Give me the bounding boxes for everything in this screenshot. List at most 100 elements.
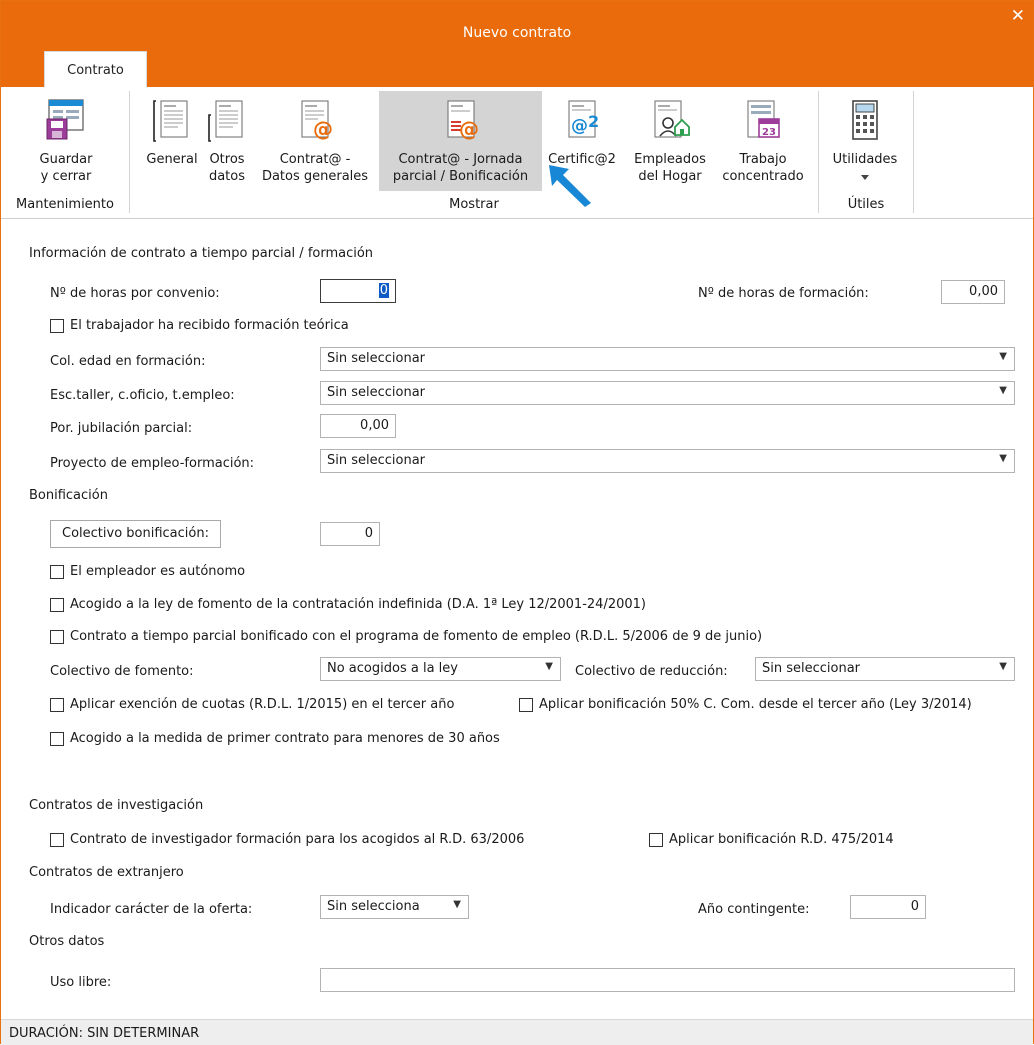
close-icon[interactable]: ✕ bbox=[1011, 6, 1025, 26]
section-tiempo-parcial: Información de contrato a tiempo parcial… bbox=[29, 246, 374, 261]
autonomo-label: El empleador es autónomo bbox=[70, 564, 246, 579]
jubilacion-input[interactable]: 0,00 bbox=[320, 414, 396, 438]
empleados-hogar-label: Empleados del Hogar bbox=[634, 152, 706, 184]
duracion-status: DURACIÓN: SIN DETERMINAR bbox=[9, 1026, 200, 1041]
col-edad-select[interactable]: Sin seleccionar ▼ bbox=[320, 347, 1015, 371]
contrat-jornada-parcial-button[interactable]: @ Contrat@ - Jornada parcial / Bonificac… bbox=[379, 91, 542, 191]
ribbon-separator bbox=[818, 91, 819, 213]
horas-formacion-label: Nº de horas de formación: bbox=[698, 286, 869, 301]
save-form-icon bbox=[46, 99, 84, 140]
chevron-down-icon bbox=[861, 175, 869, 180]
chevron-down-icon: ▼ bbox=[999, 453, 1007, 464]
empleados-hogar-button[interactable]: Empleados del Hogar bbox=[624, 91, 716, 191]
indicador-select[interactable]: Sin selecciona ▼ bbox=[320, 895, 469, 919]
bonif475-label: Aplicar bonificación R.D. 475/2014 bbox=[669, 832, 894, 847]
proyecto-select[interactable]: Sin seleccionar ▼ bbox=[320, 449, 1015, 473]
certifica-icon: @ 2 bbox=[568, 100, 599, 138]
chevron-down-icon: ▼ bbox=[545, 661, 553, 672]
bonif475-checkbox[interactable] bbox=[649, 833, 663, 847]
ribbon-separator bbox=[913, 91, 914, 213]
trabajo-concentrado-button[interactable]: 23 Trabajo concentrado bbox=[714, 91, 812, 191]
ribbon-separator bbox=[129, 91, 130, 213]
section-extranjero: Contratos de extranjero bbox=[29, 865, 184, 880]
document-general-icon bbox=[153, 100, 188, 142]
formacion-teorica-checkbox[interactable] bbox=[50, 319, 64, 333]
investigador-checkbox[interactable] bbox=[50, 833, 64, 847]
status-bar: DURACIÓN: SIN DETERMINAR bbox=[1, 1019, 1033, 1045]
exencion-label: Aplicar exención de cuotas (R.D.L. 1/201… bbox=[70, 697, 455, 712]
trabajo-concentrado-label: Trabajo concentrado bbox=[722, 152, 804, 184]
title-bar: Nuevo contrato ✕ Contrato bbox=[1, 1, 1033, 87]
horas-convenio-value: 0 bbox=[378, 283, 389, 298]
formacion-teorica-label: El trabajador ha recibido formación teór… bbox=[70, 318, 349, 333]
ribbon: Guardar y cerrar Mantenimiento General O… bbox=[1, 87, 1033, 219]
contrat-parcial-icon: @ bbox=[446, 100, 479, 141]
esc-taller-label: Esc.taller, c.oficio, t.empleo: bbox=[50, 388, 235, 403]
esc-taller-value: Sin seleccionar bbox=[327, 385, 426, 400]
col-reduccion-label: Colectivo de reducción: bbox=[575, 664, 728, 679]
otros-datos-label: Otros datos bbox=[208, 152, 246, 184]
svg-text:@: @ bbox=[459, 117, 479, 141]
contrat-datos-generales-label: Contrat@ - Datos generales bbox=[261, 152, 369, 184]
col-fomento-select[interactable]: No acogidos a la ley ▼ bbox=[320, 657, 561, 681]
proyecto-value: Sin seleccionar bbox=[327, 453, 426, 468]
col-reduccion-select[interactable]: Sin seleccionar ▼ bbox=[755, 657, 1015, 681]
horas-formacion-input[interactable]: 0,00 bbox=[941, 280, 1005, 304]
uso-libre-label: Uso libre: bbox=[50, 975, 112, 990]
indicador-label: Indicador carácter de la oferta: bbox=[50, 902, 253, 917]
svg-text:23: 23 bbox=[762, 127, 776, 138]
colectivo-bonificacion-input[interactable]: 0 bbox=[320, 522, 380, 546]
primer-contrato-label: Acogido a la medida de primer contrato p… bbox=[70, 731, 500, 746]
chevron-down-icon: ▼ bbox=[999, 351, 1007, 362]
svg-text:@: @ bbox=[571, 116, 588, 136]
window-title: Nuevo contrato bbox=[462, 25, 572, 41]
group-mantenimiento: Mantenimiento bbox=[16, 197, 114, 212]
group-mostrar: Mostrar bbox=[449, 197, 499, 212]
chevron-down-icon: ▼ bbox=[999, 661, 1007, 672]
primer-contrato-checkbox[interactable] bbox=[50, 732, 64, 746]
ley-fomento-checkbox[interactable] bbox=[50, 598, 64, 612]
section-bonificacion: Bonificación bbox=[29, 488, 108, 503]
col-edad-value: Sin seleccionar bbox=[327, 351, 426, 366]
general-label: General bbox=[146, 152, 198, 167]
save-close-button[interactable]: Guardar y cerrar bbox=[23, 91, 109, 191]
bonif50-checkbox[interactable] bbox=[519, 698, 533, 712]
empleados-hogar-icon bbox=[654, 100, 690, 138]
contrat-datos-generales-button[interactable]: @ Contrat@ - Datos generales bbox=[253, 91, 377, 191]
document-otros-icon bbox=[208, 100, 243, 142]
esc-taller-select[interactable]: Sin seleccionar ▼ bbox=[320, 381, 1015, 405]
chevron-down-icon: ▼ bbox=[999, 385, 1007, 396]
tab-contrato[interactable]: Contrato bbox=[44, 51, 147, 87]
uso-libre-input[interactable] bbox=[320, 968, 1015, 992]
parcial-bonificado-checkbox[interactable] bbox=[50, 630, 64, 644]
parcial-bonificado-label: Contrato a tiempo parcial bonificado con… bbox=[70, 629, 763, 644]
calculator-icon bbox=[852, 100, 878, 140]
section-otros-datos: Otros datos bbox=[29, 934, 105, 949]
section-investigacion: Contratos de investigación bbox=[29, 798, 204, 813]
investigador-label: Contrato de investigador formación para … bbox=[70, 832, 525, 847]
contract-window: Nuevo contrato ✕ Contrato Guardar y cerr… bbox=[0, 0, 1034, 1045]
horas-convenio-input[interactable]: 0 bbox=[320, 279, 396, 303]
cursor-arrow-icon bbox=[549, 165, 591, 207]
utilidades-button[interactable]: Utilidades bbox=[823, 91, 907, 191]
anio-contingente-input[interactable]: 0 bbox=[850, 895, 926, 919]
otros-datos-button[interactable]: Otros datos bbox=[203, 91, 251, 191]
exencion-checkbox[interactable] bbox=[50, 698, 64, 712]
utilidades-label: Utilidades bbox=[832, 152, 898, 167]
col-reduccion-value: Sin seleccionar bbox=[762, 661, 861, 676]
anio-contingente-label: Año contingente: bbox=[698, 902, 810, 917]
autonomo-checkbox[interactable] bbox=[50, 565, 64, 579]
col-fomento-value: No acogidos a la ley bbox=[327, 661, 458, 676]
col-fomento-label: Colectivo de fomento: bbox=[50, 664, 194, 679]
save-close-label: Guardar y cerrar bbox=[39, 152, 93, 184]
col-edad-label: Col. edad en formación: bbox=[50, 354, 206, 369]
general-button[interactable]: General bbox=[141, 91, 203, 191]
bonif50-label: Aplicar bonificación 50% C. Com. desde e… bbox=[539, 697, 972, 712]
colectivo-bonificacion-button[interactable]: Colectivo bonificación: bbox=[50, 520, 221, 548]
ley-fomento-label: Acogido a la ley de fomento de la contra… bbox=[70, 597, 646, 612]
calendar-icon: 23 bbox=[747, 100, 780, 138]
chevron-down-icon: ▼ bbox=[453, 899, 461, 910]
svg-text:2: 2 bbox=[588, 112, 599, 131]
proyecto-label: Proyecto de empleo-formación: bbox=[50, 456, 255, 471]
horas-convenio-label: Nº de horas por convenio: bbox=[50, 286, 220, 301]
